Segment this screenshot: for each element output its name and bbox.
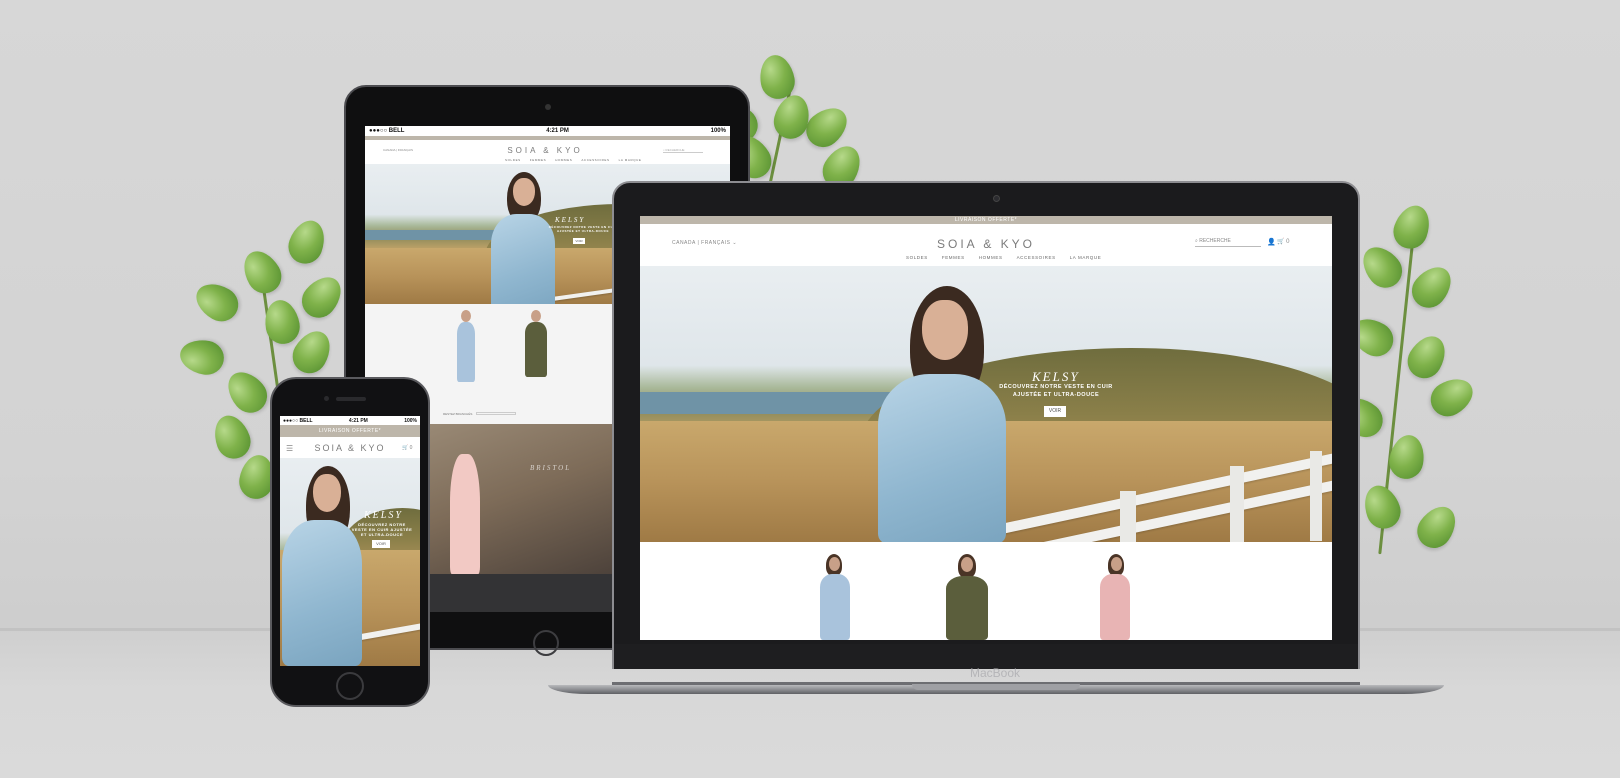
- laptop-camera: [993, 195, 1000, 202]
- tablet-hero-title: KELSY: [555, 216, 586, 224]
- laptop-product-2[interactable]: [946, 576, 988, 640]
- tablet-camera: [545, 104, 551, 110]
- phone-hero[interactable]: KELSY DÉCOUVREZ NOTRE VESTE EN CUIR AJUS…: [280, 458, 420, 666]
- cart-icon: 🛒: [402, 445, 409, 451]
- tablet-locale[interactable]: CANADA | FRANÇAIS: [383, 148, 413, 152]
- laptop-hero-fence-post-1: [1120, 491, 1136, 542]
- laptop-product-1[interactable]: [820, 574, 850, 640]
- phone-logo[interactable]: SOIA & KYO: [310, 443, 390, 453]
- laptop-notch: [912, 684, 1080, 690]
- tablet-nav: SOLDES FEMMES HOMMES ACCESSOIRES LA MARQ…: [505, 158, 642, 162]
- laptop-brand-label: MacBook: [969, 666, 1021, 680]
- phone-camera: [324, 396, 329, 401]
- tablet-status-bar: ●●●○○ BELL 4:21 PM 100%: [365, 126, 730, 136]
- phone-cart-count: 0: [409, 445, 413, 451]
- tablet-home-button[interactable]: [533, 630, 559, 656]
- tablet-hero-subtitle: DÉCOUVREZ NOTRE VESTE EN CUIR AJUSTÉE ET…: [548, 225, 618, 233]
- chevron-down-icon: ⌄: [732, 240, 738, 246]
- laptop-hero[interactable]: KELSY DÉCOUVREZ NOTRE VESTE EN CUIR AJUS…: [640, 266, 1332, 542]
- laptop-search-input[interactable]: RECHERCHE: [1199, 238, 1231, 244]
- laptop-nav-accessoires[interactable]: ACCESSOIRES: [1017, 255, 1056, 260]
- tablet-hero-button[interactable]: VOIR: [573, 238, 585, 244]
- tablet-hero-model: [485, 172, 565, 304]
- phone-status-bar: ●●●○○ BELL 4:21 PM 100%: [280, 416, 420, 425]
- search-icon: ⌕: [663, 148, 665, 152]
- tablet-promo-bar: [365, 136, 730, 140]
- laptop-nav-soldes[interactable]: SOLDES: [906, 255, 928, 260]
- tablet-time: 4:21 PM: [546, 128, 569, 134]
- tablet-logo[interactable]: SOIA & KYO: [495, 146, 595, 155]
- laptop-hero-subtitle-2: AJUSTÉE ET ULTRA-DOUCE: [1012, 392, 1100, 398]
- tablet-product-1[interactable]: [457, 322, 475, 382]
- laptop-hero-button[interactable]: VOIR: [1044, 406, 1066, 417]
- phone-time: 4:21 PM: [348, 417, 368, 424]
- phone-cart[interactable]: 🛒 0: [402, 445, 412, 451]
- laptop-screen: LIVRAISON OFFERTE* CANADA | FRANÇAIS ⌄ S…: [640, 216, 1332, 640]
- laptop-account-icon[interactable]: 👤: [1267, 238, 1276, 246]
- laptop-nav-hommes[interactable]: HOMMES: [979, 255, 1003, 260]
- laptop-cart[interactable]: 🛒 0: [1277, 238, 1290, 245]
- phone-screen: ●●●○○ BELL 4:21 PM 100% LIVRAISON OFFERT…: [280, 416, 420, 666]
- tablet-nav-marque[interactable]: LA MARQUE: [619, 158, 642, 162]
- tablet-product-2[interactable]: [525, 322, 547, 377]
- laptop-nav-femmes[interactable]: FEMMES: [942, 255, 965, 260]
- laptop-hero-title: KELSY: [1032, 369, 1080, 384]
- phone-hero-model: [282, 466, 372, 666]
- tablet-second-hero-model: [450, 454, 480, 574]
- tablet-second-hero-title: BRISTOL: [530, 464, 572, 472]
- laptop-nav: SOLDES FEMMES HOMMES ACCESSOIRES LA MARQ…: [906, 255, 1101, 260]
- tablet-newsletter[interactable]: RESTEZ BRANCHÉS: [443, 412, 517, 416]
- laptop-product-3[interactable]: [1100, 574, 1130, 640]
- cart-icon: 🛒: [1277, 239, 1285, 245]
- tablet-nav-femmes[interactable]: FEMMES: [530, 158, 546, 162]
- laptop-cart-count: 0: [1286, 239, 1290, 245]
- phone-carrier: ●●●○○ BELL: [283, 417, 313, 424]
- phone-speaker: [336, 397, 366, 401]
- tablet-search[interactable]: ⌕ RECHERCHE: [663, 148, 703, 153]
- phone-promo-bar[interactable]: LIVRAISON OFFERTE*: [280, 425, 420, 437]
- tablet-battery: 100%: [710, 128, 726, 134]
- phone-hero-button[interactable]: VOIR: [372, 540, 390, 548]
- laptop-nav-marque[interactable]: LA MARQUE: [1070, 255, 1102, 260]
- tablet-carrier: ●●●○○ BELL: [369, 128, 405, 134]
- hamburger-menu-icon[interactable]: ☰: [286, 444, 293, 453]
- phone-hero-subtitle: DÉCOUVREZ NOTRE VESTE EN CUIR AJUSTÉE ET…: [351, 522, 413, 537]
- laptop-hero-fence-post-2: [1230, 466, 1244, 542]
- phone-battery: 100%: [404, 417, 417, 424]
- laptop-hero-fence-post-3: [1310, 451, 1322, 541]
- tablet-nav-hommes[interactable]: HOMMES: [555, 158, 572, 162]
- laptop-products: [640, 542, 1332, 640]
- tablet-nav-accessoires[interactable]: ACCESSOIRES: [581, 158, 609, 162]
- phone-home-button[interactable]: [336, 672, 364, 700]
- laptop-hero-subtitle-1: DÉCOUVREZ NOTRE VESTE EN CUIR: [999, 384, 1113, 390]
- phone-hero-title: KELSY: [364, 510, 403, 521]
- laptop-search[interactable]: ⌕ RECHERCHE: [1195, 238, 1261, 247]
- laptop-locale[interactable]: CANADA | FRANÇAIS ⌄: [672, 240, 737, 246]
- laptop-logo[interactable]: SOIA & KYO: [926, 237, 1046, 251]
- search-icon: ⌕: [1195, 238, 1198, 244]
- tablet-nav-soldes[interactable]: SOLDES: [505, 158, 521, 162]
- laptop-promo-bar[interactable]: LIVRAISON OFFERTE*: [640, 216, 1332, 224]
- laptop-hero-model: [876, 286, 1016, 542]
